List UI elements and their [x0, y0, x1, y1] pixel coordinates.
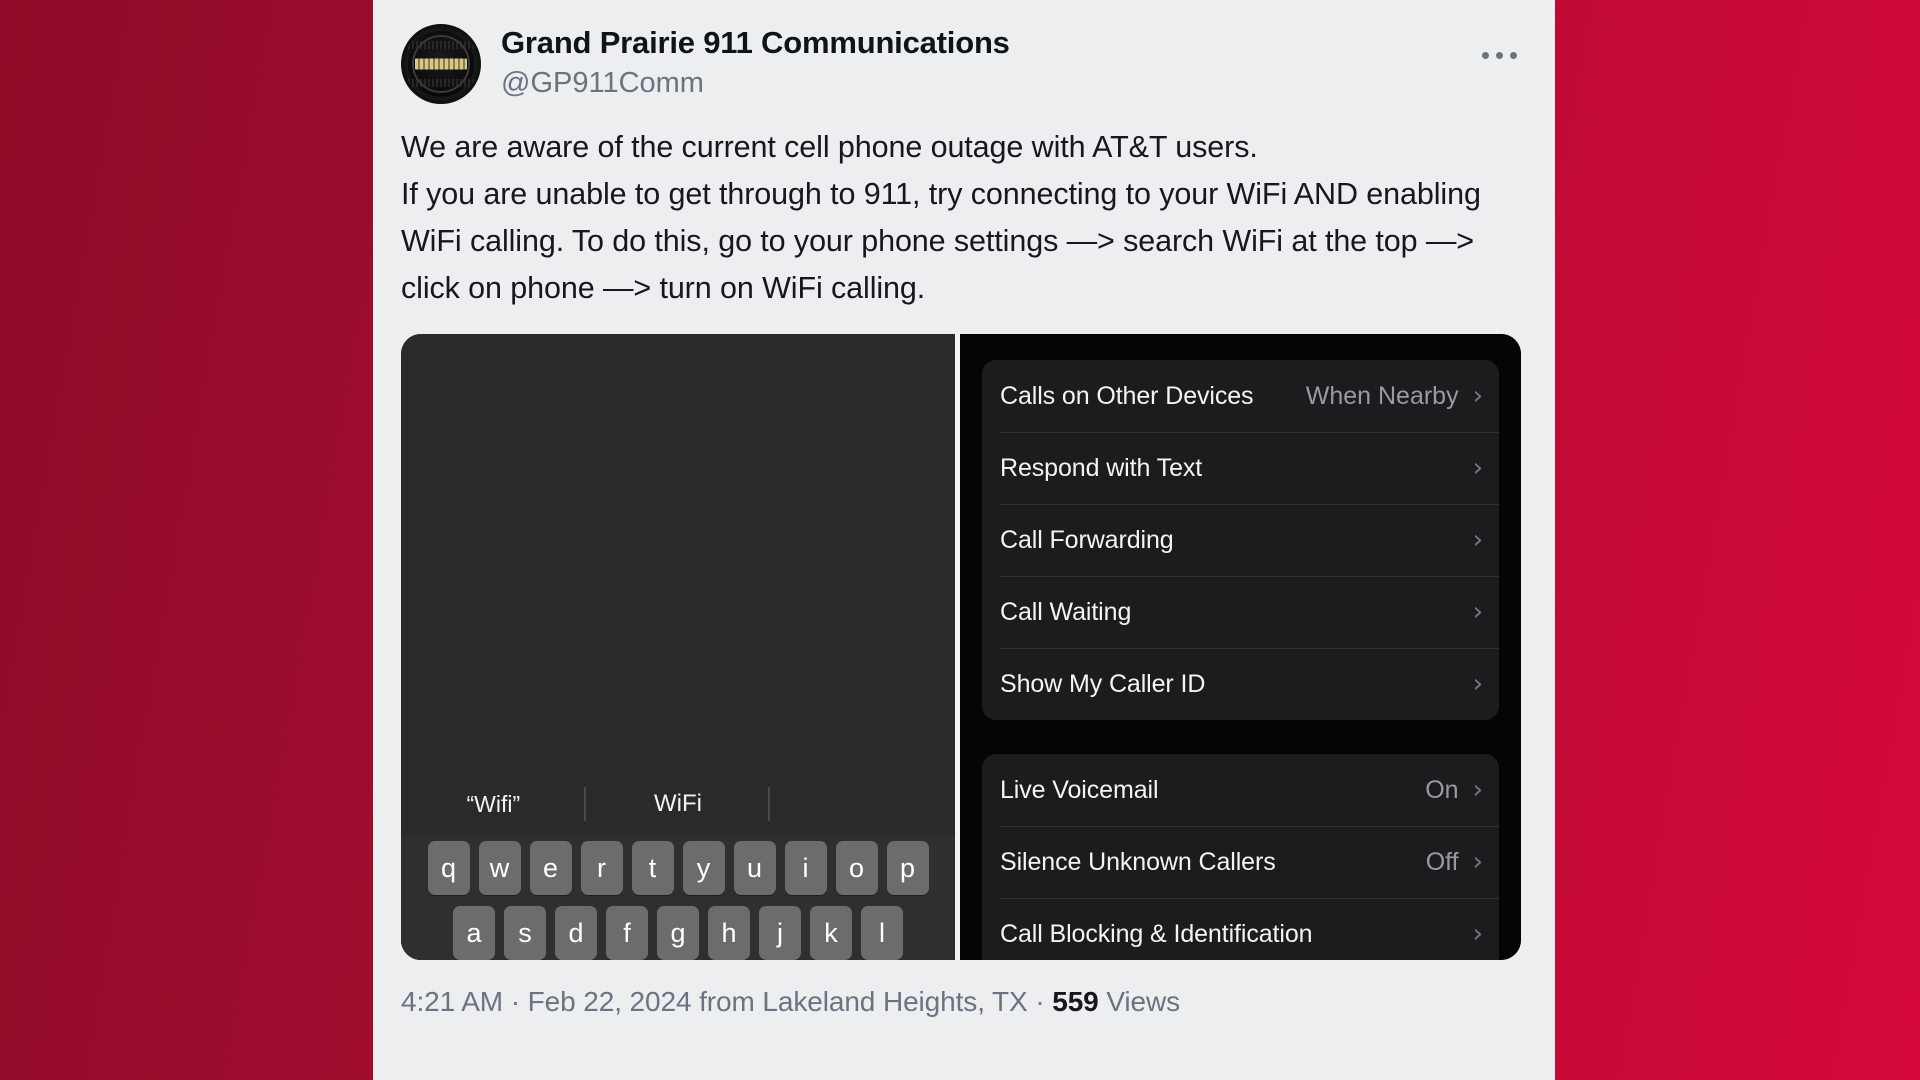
settings-row[interactable]: Show My Caller ID ›	[982, 648, 1499, 720]
views-count: 559	[1052, 986, 1099, 1017]
settings-row-label: Call Blocking & Identification	[1000, 919, 1313, 948]
tweet-media[interactable]: “Wifi” WiFi qwertyuiop asdfghjkl Calls o…	[401, 334, 1521, 960]
keyboard-key-s[interactable]: s	[504, 906, 546, 960]
settings-row-label: Respond with Text	[1000, 453, 1203, 482]
keyboard-key-r[interactable]: r	[580, 841, 623, 895]
keyboard-key-w[interactable]: w	[478, 841, 521, 895]
chevron-right-icon: ›	[1472, 669, 1483, 699]
chevron-right-icon: ›	[1472, 381, 1483, 411]
more-options-icon[interactable]	[1476, 46, 1523, 65]
media-right-settings-screenshot: Calls on Other Devices When Nearby › Respon…	[960, 334, 1521, 960]
views-label: Views	[1098, 986, 1181, 1017]
media-left-keyboard-screenshot: “Wifi” WiFi qwertyuiop asdfghjkl	[401, 334, 955, 960]
meta-from-label: from	[691, 986, 763, 1017]
keyboard-rows: qwertyuiop asdfghjkl	[401, 835, 955, 960]
tweet-text: We are aware of the current cell phone o…	[401, 130, 1481, 305]
settings-group-calls: Calls on Other Devices When Nearby › Respon…	[982, 360, 1499, 720]
keyboard-suggestion-bar: “Wifi” WiFi	[401, 773, 955, 835]
settings-row-value: When Nearby	[1305, 381, 1459, 410]
avatar[interactable]	[401, 24, 481, 104]
keyboard-key-i[interactable]: i	[784, 841, 827, 895]
settings-row[interactable]: Silence Unknown Callers Off ›	[982, 826, 1499, 898]
keyboard-key-h[interactable]: h	[708, 906, 750, 960]
keyboard-key-d[interactable]: d	[555, 906, 597, 960]
keyboard-key-q[interactable]: q	[427, 841, 470, 895]
dot	[1482, 52, 1489, 59]
keyboard-key-o[interactable]: o	[835, 841, 878, 895]
author-display-name[interactable]: Grand Prairie 911 Communications	[501, 25, 1010, 61]
chevron-right-icon: ›	[1472, 453, 1483, 483]
avatar-band	[415, 58, 467, 70]
keyboard-key-y[interactable]: y	[682, 841, 725, 895]
settings-row-label: Call Waiting	[1000, 597, 1132, 626]
tweet-location: Lakeland Heights, TX	[762, 986, 1028, 1017]
dot	[1510, 52, 1517, 59]
keyboard-key-p[interactable]: p	[886, 841, 929, 895]
settings-row[interactable]: Call Forwarding ›	[982, 504, 1499, 576]
suggestion-separator	[584, 787, 587, 821]
keyboard-key-e[interactable]: e	[529, 841, 572, 895]
settings-row-label: Silence Unknown Callers	[1000, 847, 1276, 876]
settings-group-voicemail: Live Voicemail On › Silence Unknown Callers…	[982, 754, 1499, 960]
settings-row[interactable]: Call Blocking & Identification ›	[982, 898, 1499, 960]
keyboard-key-k[interactable]: k	[810, 906, 852, 960]
keyboard-key-l[interactable]: l	[861, 906, 903, 960]
keyboard-key-f[interactable]: f	[606, 906, 648, 960]
meta-separator: ·	[1027, 986, 1053, 1017]
tweet-date: Feb 22, 2024	[527, 986, 692, 1017]
keyboard-key-j[interactable]: j	[759, 906, 801, 960]
settings-row[interactable]: Respond with Text ›	[982, 432, 1499, 504]
keyboard-key-g[interactable]: g	[657, 906, 699, 960]
chevron-right-icon: ›	[1472, 847, 1483, 877]
suggestion-item[interactable]: “Wifi”	[401, 792, 586, 816]
settings-row-value: On	[1425, 775, 1459, 804]
chevron-right-icon: ›	[1472, 525, 1483, 555]
settings-row-label: Call Forwarding	[1000, 525, 1174, 554]
author-handle[interactable]: @GP911Comm	[501, 65, 1010, 101]
chevron-right-icon: ›	[1472, 919, 1483, 949]
tweet-metadata: 4:21 AM · Feb 22, 2024 from Lakeland Hei…	[401, 986, 1527, 1018]
chevron-right-icon: ›	[1472, 775, 1483, 805]
keyboard-key-t[interactable]: t	[631, 841, 674, 895]
keyboard-key-u[interactable]: u	[733, 841, 776, 895]
settings-row[interactable]: Live Voicemail On ›	[982, 754, 1499, 826]
settings-row[interactable]: Calls on Other Devices When Nearby ›	[982, 360, 1499, 432]
meta-separator: ·	[503, 986, 528, 1017]
suggestion-separator	[768, 787, 771, 821]
settings-row[interactable]: Call Waiting ›	[982, 576, 1499, 648]
keyboard-row-top: qwertyuiop	[406, 841, 950, 895]
keyboard-key-a[interactable]: a	[453, 906, 495, 960]
tweet-header: Grand Prairie 911 Communications @GP911C…	[401, 24, 1527, 110]
dot	[1496, 52, 1503, 59]
keyboard-row-middle: asdfghjkl	[406, 906, 950, 960]
settings-row-label: Show My Caller ID	[1000, 669, 1206, 698]
keyboard: “Wifi” WiFi qwertyuiop asdfghjkl	[401, 773, 955, 960]
author-block: Grand Prairie 911 Communications @GP911C…	[501, 24, 1010, 101]
settings-row-value: Off	[1425, 847, 1459, 876]
tweet-time: 4:21 AM	[401, 986, 504, 1017]
tweet-card: Grand Prairie 911 Communications @GP911C…	[373, 0, 1555, 1080]
settings-row-label: Live Voicemail	[1000, 775, 1159, 804]
suggestion-item[interactable]: WiFi	[586, 792, 771, 816]
settings-row-label: Calls on Other Devices	[1000, 381, 1254, 410]
chevron-right-icon: ›	[1472, 597, 1483, 627]
screenshot-stage: Grand Prairie 911 Communications @GP911C…	[0, 0, 1920, 1080]
